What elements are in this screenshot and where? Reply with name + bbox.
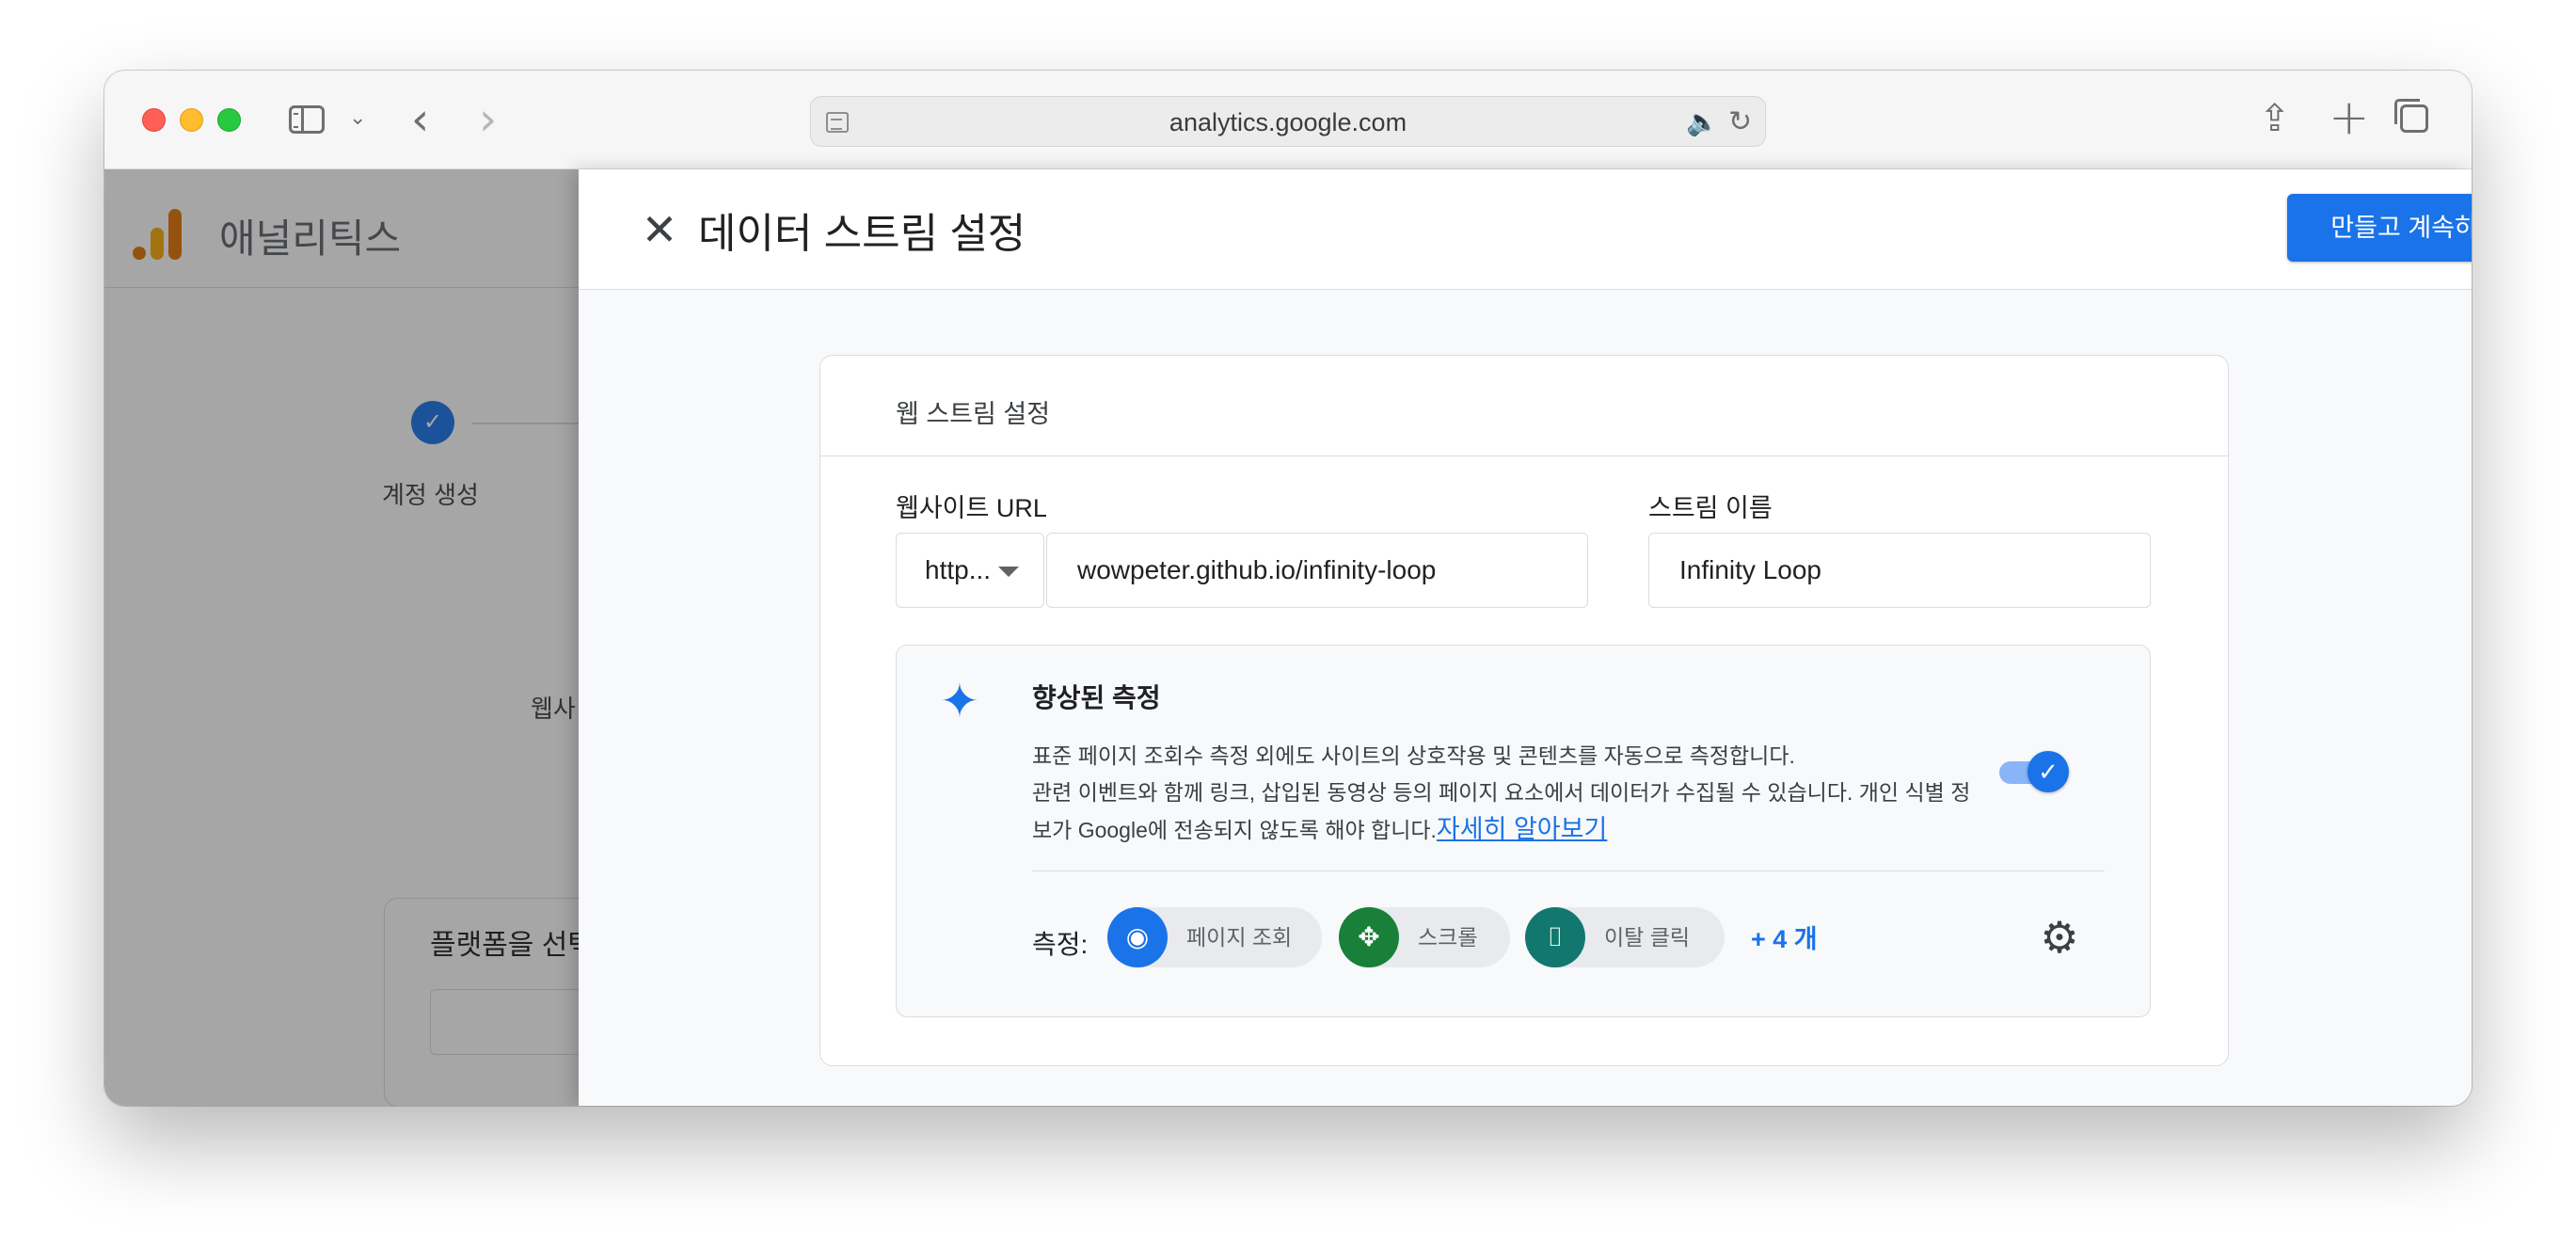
more-measurements-link[interactable]: + 4 개	[1751, 919, 1818, 955]
gear-icon[interactable]: ⚙	[2031, 909, 2088, 966]
divider	[820, 455, 2228, 456]
enhanced-measurement-title: 향상된 측정	[1032, 683, 1161, 712]
page-content: 애널리틱스 ✓ 계정 생성 웹사 플랫폼을 선택 ✕ 데이터 스트림 설정 만들…	[104, 169, 2472, 1106]
stream-name-input[interactable]: Infinity Loop	[1648, 533, 2151, 608]
check-icon: ✓	[2027, 751, 2069, 792]
sparkle-icon: ✦	[940, 674, 979, 728]
speaker-icon[interactable]: 🔈	[1686, 106, 1719, 137]
close-icon[interactable]: ✕	[633, 203, 686, 256]
browser-window: ⌄ ‹ › analytics.google.com 🔈 ↻ ⇪ + 애널리틱스…	[104, 71, 2472, 1106]
mouse-icon: ⌷	[1525, 907, 1585, 967]
modal-scrim[interactable]	[104, 169, 584, 1106]
web-stream-card: 웹 스트림 설정 웹사이트 URL 스트림 이름 http... wowpete…	[819, 355, 2229, 1066]
forward-icon[interactable]: ›	[479, 91, 497, 148]
website-url-input[interactable]: wowpeter.github.io/infinity-loop	[1046, 533, 1588, 608]
chip-label: 페이지 조회	[1186, 925, 1293, 950]
enhanced-measurement-box: ✦ 향상된 측정 표준 페이지 조회수 측정 외에도 사이트의 상호작용 및 콘…	[896, 645, 2151, 1017]
stream-name-label: 스트림 이름	[1648, 494, 1773, 522]
eye-icon: ◉	[1107, 907, 1168, 967]
address-bar[interactable]: analytics.google.com 🔈 ↻	[810, 96, 1766, 147]
measurements-label: 측정:	[1032, 930, 1089, 959]
close-window-button[interactable]	[142, 108, 166, 132]
sidebar-icon[interactable]	[289, 105, 325, 134]
minimize-window-button[interactable]	[180, 108, 203, 132]
section-heading: 웹 스트림 설정	[896, 400, 1051, 428]
chip-label: 스크롤	[1418, 925, 1478, 950]
chip-page-views: ◉ 페이지 조회	[1107, 907, 1322, 967]
share-icon[interactable]: ⇪	[2259, 97, 2291, 140]
panel-header: ✕ 데이터 스트림 설정 만들고 계속하기	[579, 169, 2472, 290]
create-and-continue-button[interactable]: 만들고 계속하기	[2287, 194, 2472, 262]
chip-outbound-clicks: ⌷ 이탈 클릭	[1525, 907, 1725, 967]
protocol-value: http...	[925, 555, 992, 584]
url-text[interactable]: analytics.google.com	[811, 97, 1765, 148]
browser-toolbar: ⌄ ‹ › analytics.google.com 🔈 ↻ ⇪ +	[104, 71, 2472, 169]
description-line-1: 표준 페이지 조회수 측정 외에도 사이트의 상호작용 및 콘텐츠를 자동으로 …	[1032, 743, 1795, 768]
dropdown-arrow-icon	[998, 567, 1019, 577]
tabs-overview-icon[interactable]	[2394, 99, 2428, 133]
stream-setup-panel: ✕ 데이터 스트림 설정 만들고 계속하기 웹 스트림 설정 웹사이트 URL …	[579, 169, 2472, 1106]
background-app: 애널리틱스 ✓ 계정 생성 웹사 플랫폼을 선택	[104, 169, 712, 1106]
enhanced-measurement-toggle[interactable]: ✓	[1999, 751, 2069, 792]
learn-more-link[interactable]: 자세히 알아보기	[1437, 815, 1607, 843]
chevron-down-icon[interactable]: ⌄	[349, 106, 366, 130]
chip-label: 이탈 클릭	[1604, 925, 1691, 950]
panel-title: 데이터 스트림 설정	[698, 211, 1026, 257]
scroll-icon: ✥	[1339, 907, 1399, 967]
zoom-window-button[interactable]	[217, 108, 241, 132]
chip-scrolls: ✥ 스크롤	[1339, 907, 1510, 967]
protocol-select[interactable]: http...	[896, 533, 1044, 608]
enhanced-measurement-description: 표준 페이지 조회수 측정 외에도 사이트의 상호작용 및 콘텐츠를 자동으로 …	[1032, 738, 1982, 849]
back-icon[interactable]: ‹	[411, 91, 429, 148]
new-tab-icon[interactable]: +	[2329, 89, 2370, 146]
reload-icon[interactable]: ↻	[1728, 105, 1752, 138]
website-url-label: 웹사이트 URL	[896, 494, 1047, 522]
